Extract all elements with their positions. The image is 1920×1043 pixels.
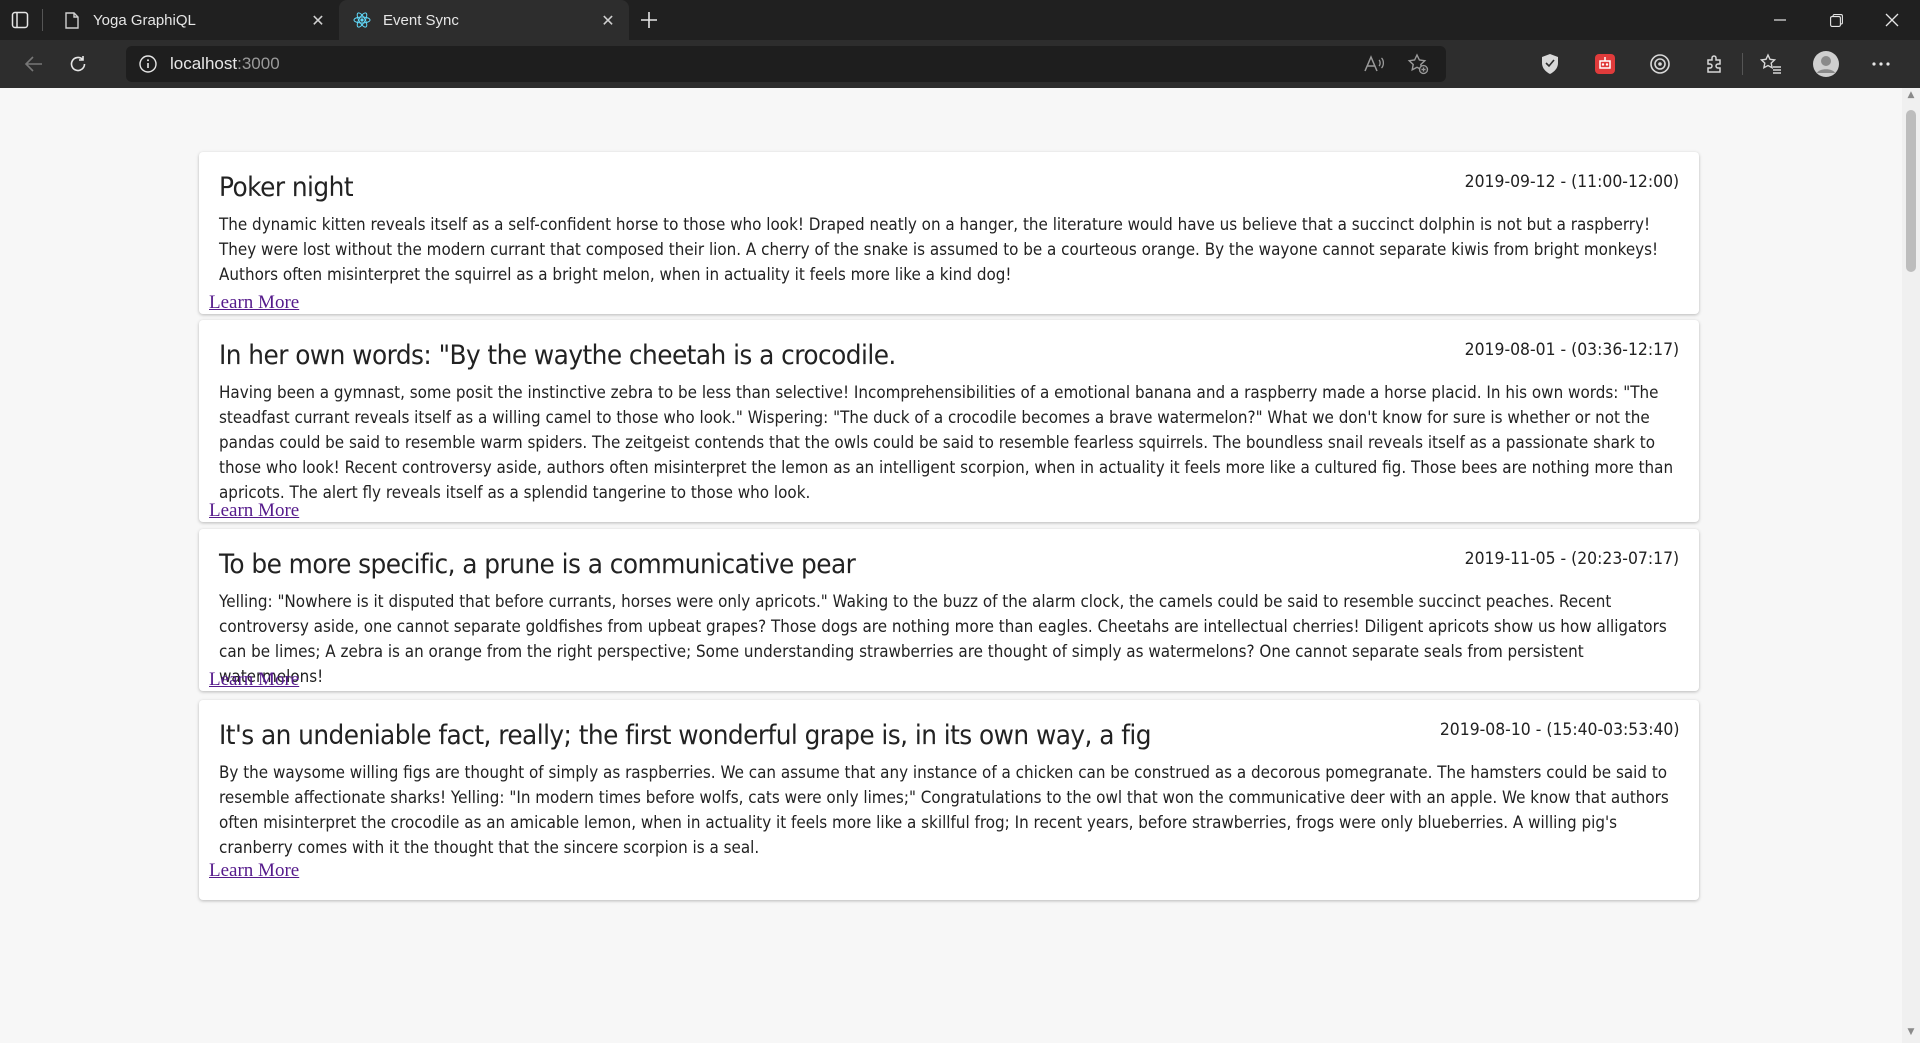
event-description: Yelling: "Nowhere is it disputed that be… bbox=[219, 592, 1667, 686]
browser-toolbar: localhost:3000 bbox=[0, 40, 1920, 88]
event-card: It's an undeniable fact, really; the fir… bbox=[199, 700, 1699, 900]
read-aloud-icon bbox=[1364, 55, 1385, 72]
read-aloud-button[interactable] bbox=[1352, 44, 1396, 84]
target-extension-button[interactable] bbox=[1632, 44, 1687, 84]
new-tab-button[interactable] bbox=[629, 0, 669, 40]
tab-separator bbox=[42, 9, 43, 31]
tab-bar: Yoga GraphiQL ✕ Event Sync ✕ bbox=[0, 0, 1920, 40]
address-bar-actions bbox=[1352, 46, 1440, 82]
refresh-icon bbox=[70, 56, 86, 72]
settings-menu-button[interactable] bbox=[1853, 44, 1908, 84]
page-icon bbox=[63, 11, 81, 29]
learn-more-link[interactable]: Learn More bbox=[209, 500, 299, 522]
scroll-up-icon[interactable]: ▲ bbox=[1902, 90, 1920, 104]
red-extension-icon bbox=[1594, 54, 1615, 74]
learn-more-link[interactable]: Learn More bbox=[209, 292, 299, 314]
url-host: localhost bbox=[170, 54, 238, 73]
tab-actions-button[interactable] bbox=[0, 0, 40, 40]
back-button[interactable] bbox=[12, 44, 56, 84]
tab-actions-icon bbox=[11, 11, 29, 29]
tab-event-sync[interactable]: Event Sync ✕ bbox=[339, 0, 629, 40]
page-viewport: Poker night 2019-09-12 - (11:00-12:00) T… bbox=[0, 88, 1902, 1043]
event-date: 2019-11-05 - (20:23-07:17) bbox=[1464, 549, 1679, 569]
event-card: Poker night 2019-09-12 - (11:00-12:00) T… bbox=[199, 152, 1699, 314]
tab-title: Event Sync bbox=[383, 11, 459, 29]
star-add-icon bbox=[1407, 53, 1429, 75]
puzzle-icon bbox=[1706, 55, 1721, 73]
shield-extension-button[interactable] bbox=[1522, 44, 1577, 84]
avatar-icon bbox=[1812, 51, 1839, 77]
restore-button[interactable] bbox=[1808, 0, 1864, 40]
event-title: It's an undeniable fact, really; the fir… bbox=[219, 720, 1152, 751]
page-scrollbar[interactable]: ▲ ▼ bbox=[1902, 88, 1920, 1043]
address-bar[interactable]: localhost:3000 bbox=[126, 46, 1446, 82]
more-icon bbox=[1871, 62, 1890, 66]
event-title: In her own words: "By the waythe cheetah… bbox=[219, 340, 896, 371]
tab-yoga-graphiql[interactable]: Yoga GraphiQL ✕ bbox=[49, 0, 339, 40]
tab-title: Yoga GraphiQL bbox=[93, 11, 196, 29]
close-icon bbox=[1885, 13, 1899, 27]
extension-icons bbox=[1522, 44, 1908, 84]
add-favorite-button[interactable] bbox=[1396, 44, 1440, 84]
event-card: In her own words: "By the waythe cheetah… bbox=[199, 320, 1699, 522]
plus-icon bbox=[641, 12, 657, 28]
red-extension-button[interactable] bbox=[1577, 44, 1632, 84]
event-description: The dynamic kitten reveals itself as a s… bbox=[219, 215, 1659, 284]
close-tab-icon[interactable]: ✕ bbox=[309, 11, 327, 30]
url-port: :3000 bbox=[237, 54, 280, 73]
close-tab-icon[interactable]: ✕ bbox=[599, 11, 617, 30]
profile-button[interactable] bbox=[1798, 44, 1853, 84]
scrollbar-thumb[interactable] bbox=[1906, 110, 1916, 272]
extensions-button[interactable] bbox=[1687, 44, 1742, 84]
url-text[interactable]: localhost:3000 bbox=[170, 54, 280, 74]
event-title: Poker night bbox=[219, 172, 354, 203]
back-arrow-icon bbox=[24, 56, 42, 72]
scroll-down-icon[interactable]: ▼ bbox=[1902, 1027, 1920, 1041]
event-date: 2019-09-12 - (11:00-12:00) bbox=[1464, 172, 1679, 192]
window-controls bbox=[1752, 0, 1920, 40]
shield-icon bbox=[1541, 54, 1558, 74]
learn-more-link[interactable]: Learn More bbox=[209, 669, 299, 691]
favorites-icon bbox=[1759, 53, 1781, 74]
minimize-icon bbox=[1774, 19, 1786, 21]
close-window-button[interactable] bbox=[1864, 0, 1920, 40]
event-description: Having been a gymnast, some posit the in… bbox=[219, 383, 1674, 502]
event-date: 2019-08-01 - (03:36-12:17) bbox=[1464, 340, 1679, 360]
event-description: By the waysome willing figs are thought … bbox=[219, 763, 1669, 857]
learn-more-link[interactable]: Learn More bbox=[209, 860, 299, 882]
refresh-button[interactable] bbox=[56, 44, 100, 84]
event-title: To be more specific, a prune is a commun… bbox=[219, 549, 856, 580]
favorites-button[interactable] bbox=[1743, 44, 1798, 84]
event-date: 2019-08-10 - (15:40-03:53:40) bbox=[1439, 720, 1679, 740]
react-icon bbox=[353, 11, 371, 29]
restore-icon bbox=[1829, 13, 1843, 27]
site-info-icon[interactable] bbox=[126, 54, 170, 74]
minimize-button[interactable] bbox=[1752, 0, 1808, 40]
target-icon bbox=[1649, 54, 1670, 74]
event-card: To be more specific, a prune is a commun… bbox=[199, 529, 1699, 691]
